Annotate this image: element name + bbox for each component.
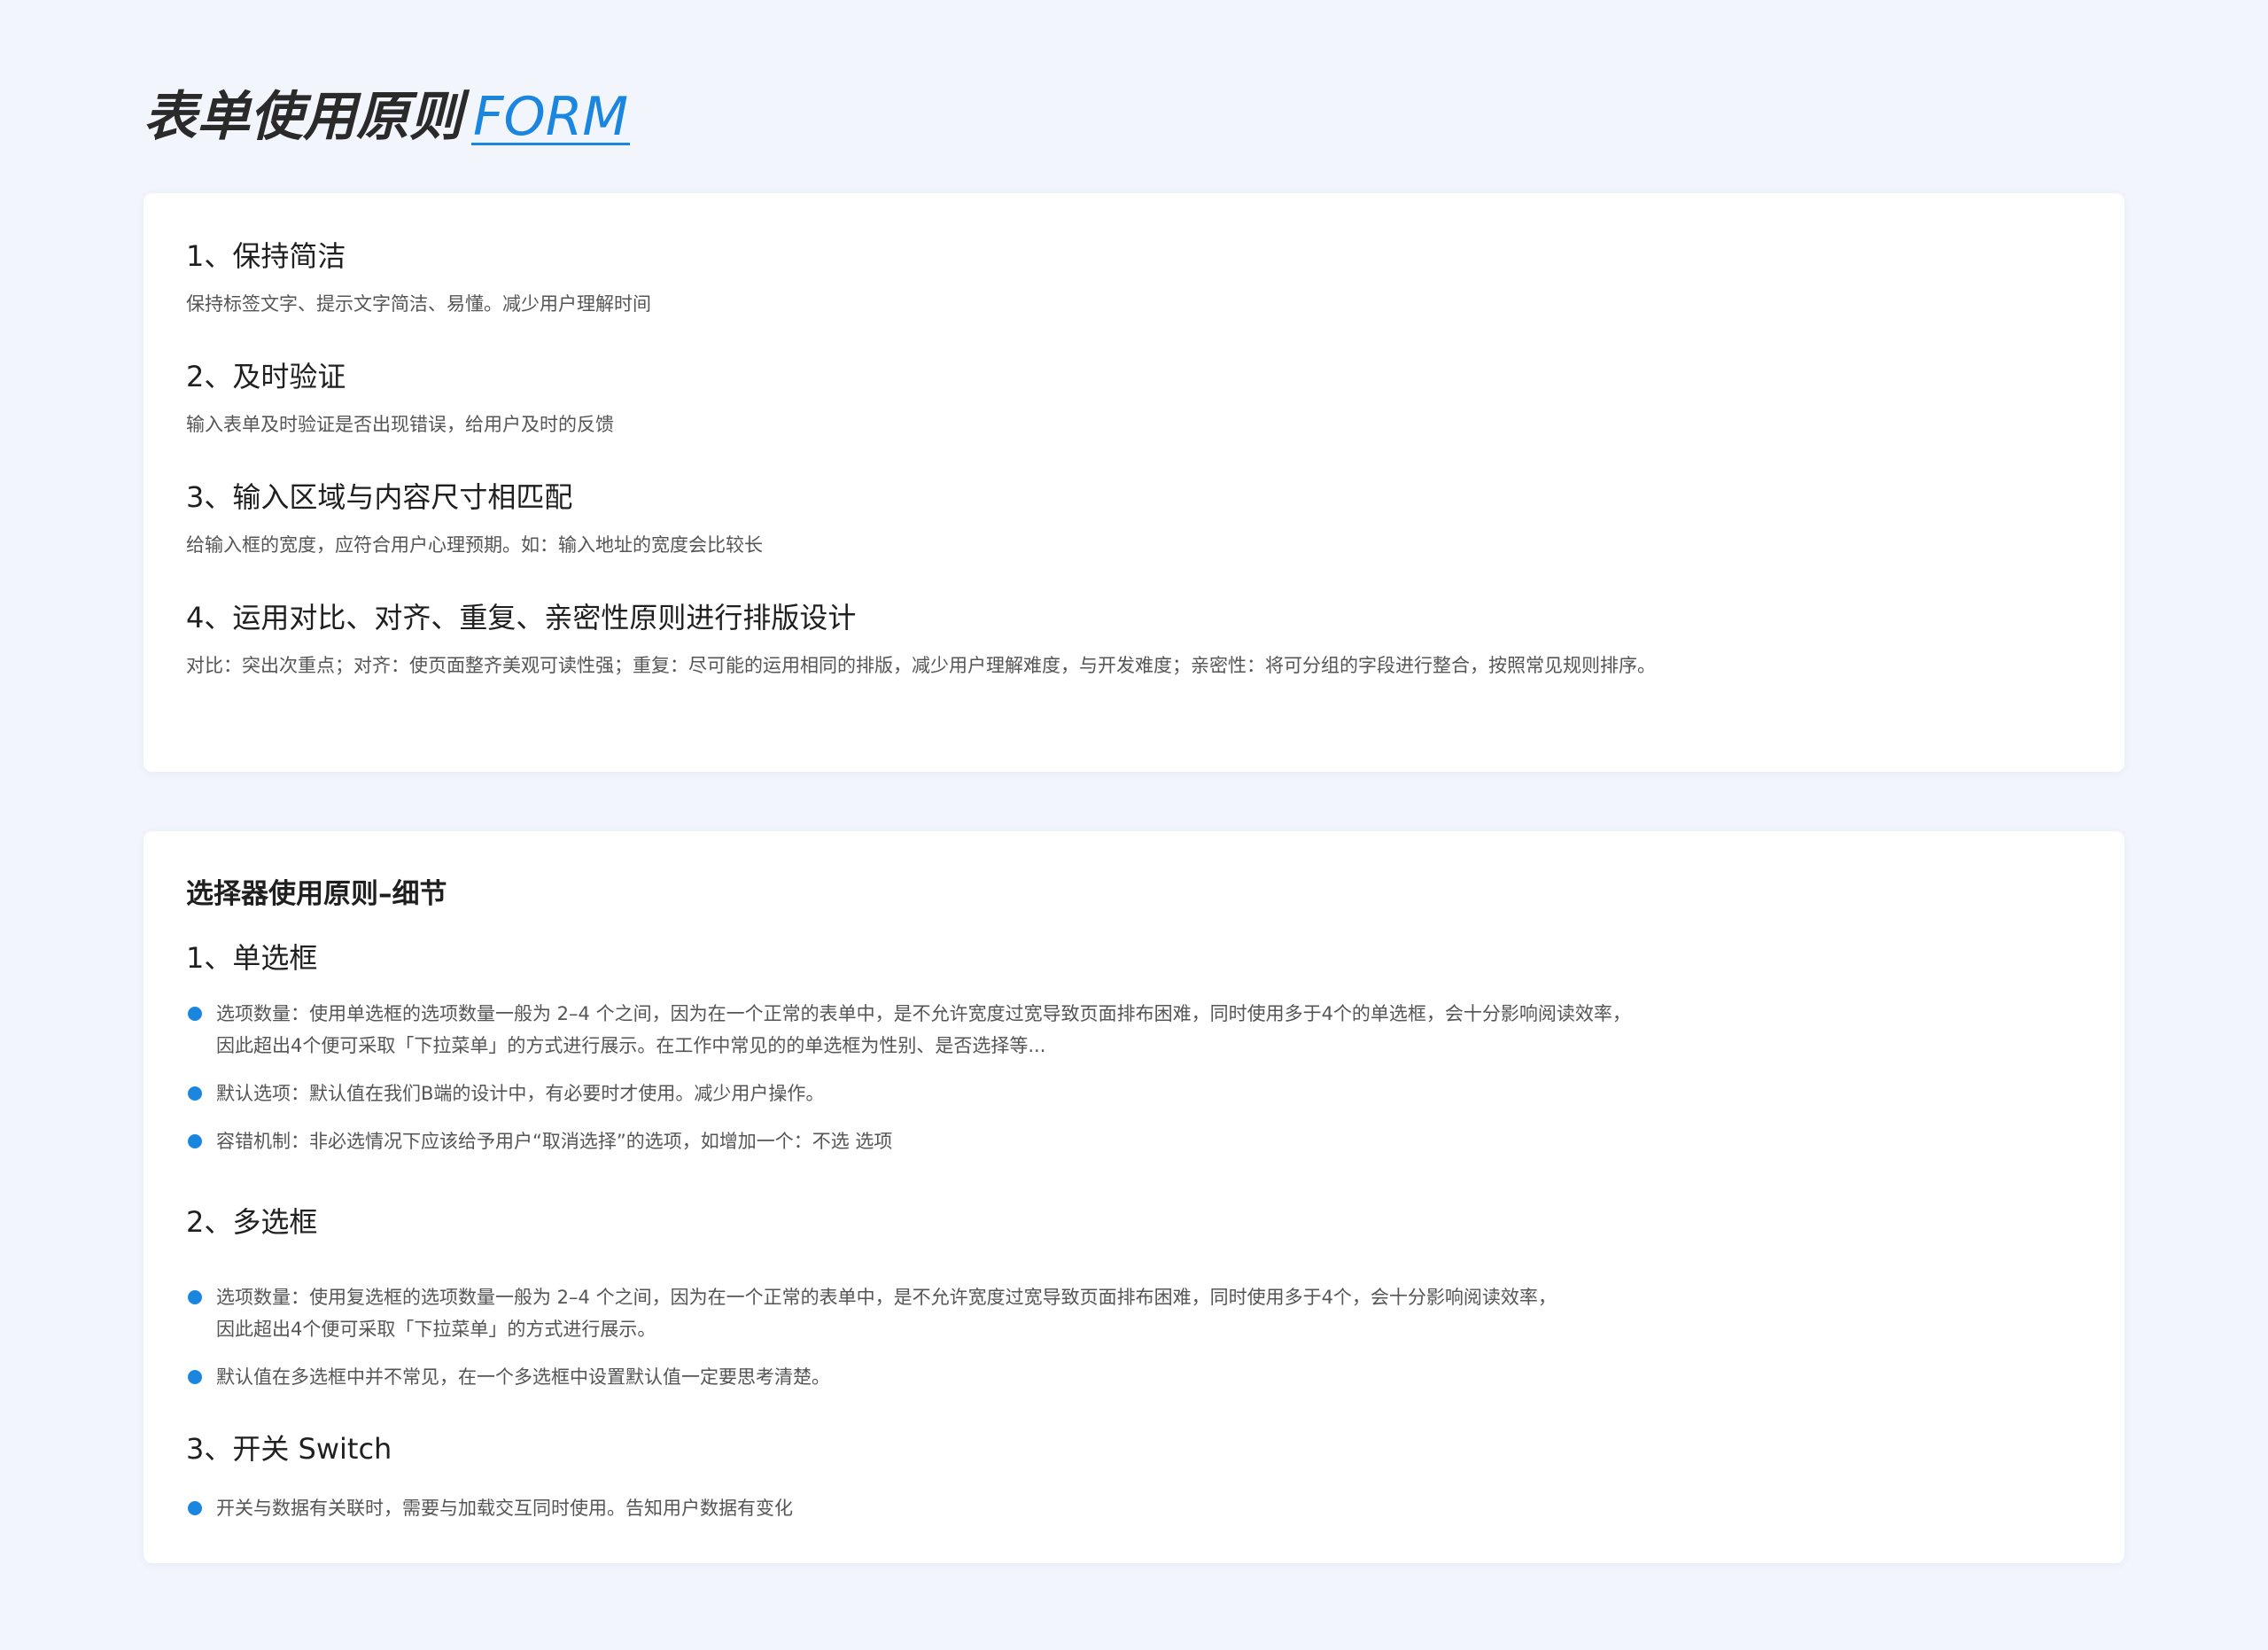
checkbox-list: 选项数量：使用复选框的选项数量一般为 2–4 个之间，因为在一个正常的表单中，是…: [186, 1281, 2082, 1393]
principle-desc: 给输入框的宽度，应符合用户心理预期。如：输入地址的宽度会比较长: [186, 534, 763, 556]
radio-section: 1、单选框 选项数量：使用单选框的选项数量一般为 2–4 个之间，因为在一个正常…: [186, 938, 2082, 1157]
switch-list: 开关与数据有关联时，需要与加载交互同时使用。告知用户数据有变化: [186, 1492, 2082, 1524]
selector-principles-card: 选择器使用原则–细节 1、单选框 选项数量：使用单选框的选项数量一般为 2–4 …: [144, 831, 2124, 1563]
bullet-dot-icon: [188, 1501, 202, 1515]
principle-title: 3、输入区域与内容尺寸相匹配: [186, 480, 573, 514]
principle-desc: 输入表单及时验证是否出现错误，给用户及时的反馈: [186, 414, 614, 435]
switch-title: 3、开关 Switch: [186, 1432, 392, 1466]
list-item: 选项数量：使用复选框的选项数量一般为 2–4 个之间，因为在一个正常的表单中，是…: [186, 1281, 2082, 1345]
principle-title: 2、及时验证: [186, 360, 346, 393]
list-item-text: 默认值在多选框中并不常见，在一个多选框中设置默认值一定要思考清楚。: [216, 1366, 830, 1388]
principle-item: 3、输入区域与内容尺寸相匹配 给输入框的宽度，应符合用户心理预期。如：输入地址的…: [186, 477, 2082, 558]
list-item: 默认选项：默认值在我们B端的设计中，有必要时才使用。减少用户操作。: [186, 1078, 2082, 1109]
principle-item: 1、保持简洁 保持标签文字、提示文字简洁、易懂。减少用户理解时间: [186, 236, 2082, 317]
list-item-text: 选项数量：使用单选框的选项数量一般为 2–4 个之间，因为在一个正常的表单中，是…: [216, 1003, 1631, 1024]
form-principles-card: 1、保持简洁 保持标签文字、提示文字简洁、易懂。减少用户理解时间 2、及时验证 …: [144, 193, 2124, 772]
bullet-dot-icon: [188, 1290, 202, 1304]
list-item-text: 选项数量：使用复选框的选项数量一般为 2–4 个之间，因为在一个正常的表单中，是…: [216, 1287, 1557, 1308]
list-item-text: 开关与数据有关联时，需要与加载交互同时使用。告知用户数据有变化: [216, 1498, 793, 1519]
list-item: 开关与数据有关联时，需要与加载交互同时使用。告知用户数据有变化: [186, 1492, 2082, 1524]
principle-item: 4、运用对比、对齐、重复、亲密性原则进行排版设计 对比：突出次重点；对齐：使页面…: [186, 597, 2082, 679]
principle-title: 1、保持简洁: [186, 239, 346, 273]
list-item-text: 容错机制：非必选情况下应该给予用户“取消选择”的选项，如增加一个：不选 选项: [216, 1131, 893, 1152]
list-item: 选项数量：使用单选框的选项数量一般为 2–4 个之间，因为在一个正常的表单中，是…: [186, 998, 2082, 1062]
bullet-dot-icon: [188, 1134, 202, 1148]
list-item-text: 因此超出4个便可采取「下拉菜单」的方式进行展示。在工作中常见的的单选框为性别、是…: [216, 1035, 1046, 1056]
checkbox-section: 2、多选框 选项数量：使用复选框的选项数量一般为 2–4 个之间，因为在一个正常…: [186, 1202, 2082, 1393]
list-item-text: 因此超出4个便可采取「下拉菜单」的方式进行展示。: [216, 1319, 656, 1340]
principle-title: 4、运用对比、对齐、重复、亲密性原则进行排版设计: [186, 601, 857, 634]
page-title: 表单使用原则 FORM: [144, 82, 631, 152]
principle-desc: 保持标签文字、提示文字简洁、易懂。减少用户理解时间: [186, 293, 651, 315]
bullet-dot-icon: [188, 1086, 202, 1101]
bullet-dot-icon: [188, 1370, 202, 1384]
checkbox-title: 2、多选框: [186, 1205, 318, 1239]
section-title: 选择器使用原则–细节: [186, 878, 447, 910]
bullet-dot-icon: [188, 1007, 202, 1021]
radio-title: 1、单选框: [186, 941, 318, 975]
page-title-accent: FORM: [471, 86, 631, 148]
page-title-text: 表单使用原则: [144, 86, 462, 148]
list-item: 默认值在多选框中并不常见，在一个多选框中设置默认值一定要思考清楚。: [186, 1361, 2082, 1393]
list-item: 容错机制：非必选情况下应该给予用户“取消选择”的选项，如增加一个：不选 选项: [186, 1125, 2082, 1157]
principle-desc: 对比：突出次重点；对齐：使页面整齐美观可读性强；重复：尽可能的运用相同的排版，减…: [186, 655, 1656, 676]
principle-item: 2、及时验证 输入表单及时验证是否出现错误，给用户及时的反馈: [186, 356, 2082, 438]
switch-section: 3、开关 Switch 开关与数据有关联时，需要与加载交互同时使用。告知用户数据…: [186, 1428, 2082, 1524]
radio-list: 选项数量：使用单选框的选项数量一般为 2–4 个之间，因为在一个正常的表单中，是…: [186, 998, 2082, 1157]
list-item-text: 默认选项：默认值在我们B端的设计中，有必要时才使用。减少用户操作。: [216, 1083, 825, 1104]
